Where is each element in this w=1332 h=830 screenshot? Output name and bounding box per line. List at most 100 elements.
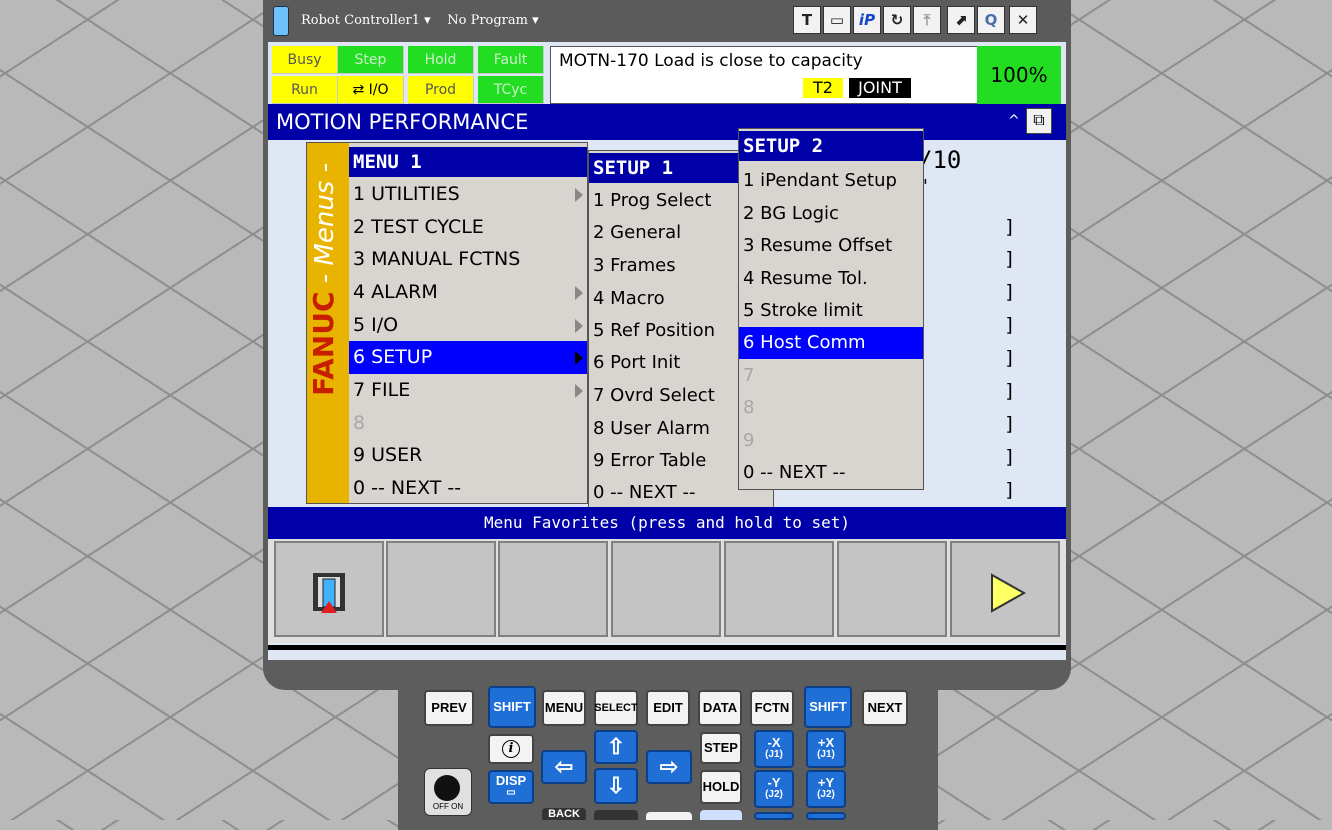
setup2-item-bg-logic[interactable]: 2 BG Logic bbox=[739, 198, 923, 230]
keypad-key-partial[interactable] bbox=[646, 812, 692, 820]
refresh-icon[interactable]: ↻ bbox=[883, 6, 911, 34]
menus-label: - Menus - bbox=[310, 163, 340, 284]
menu-item-alarm[interactable]: 4 ALARM bbox=[349, 276, 587, 309]
data-key[interactable]: DATA bbox=[698, 690, 742, 726]
menu-item-utilities[interactable]: 1 UTILITIES bbox=[349, 178, 587, 211]
minus-y-key[interactable]: -Y (J2) bbox=[754, 770, 794, 808]
menu-item-manual-fctns[interactable]: 3 MANUAL FCTNS bbox=[349, 243, 587, 276]
prev-key[interactable]: PREV bbox=[424, 690, 474, 726]
menu-item-file[interactable]: 7 FILE bbox=[349, 374, 587, 407]
ipendant-icon[interactable]: iP bbox=[853, 6, 881, 34]
edit-key[interactable]: EDIT bbox=[646, 690, 690, 726]
setup2-item-8: 8 bbox=[743, 397, 755, 418]
value-bracket: ] bbox=[1004, 248, 1016, 270]
status-step: Step bbox=[338, 46, 404, 74]
plus-y-key[interactable]: +Y (J2) bbox=[806, 770, 846, 808]
down-arrow-key[interactable]: ⇩ bbox=[594, 768, 638, 804]
collapse-icon[interactable]: ^ bbox=[1008, 113, 1020, 129]
next-page-key[interactable] bbox=[950, 541, 1060, 637]
plus-z-key[interactable] bbox=[806, 812, 846, 820]
alarm-message: MOTN-170 Load is close to capacity bbox=[559, 51, 863, 71]
pin-icon[interactable]: ⤒ bbox=[913, 6, 941, 34]
setup2-item-ipendant-setup[interactable]: 1 iPendant Setup bbox=[739, 165, 923, 197]
io-swap-icon: ⇄ bbox=[352, 81, 365, 98]
back-key[interactable]: BACK bbox=[542, 808, 586, 820]
setup2-item-resume-offset[interactable]: 3 Resume Offset bbox=[739, 230, 923, 262]
menu-item-next[interactable]: 0 -- NEXT -- bbox=[349, 472, 587, 505]
right-arrow-key[interactable]: ⇨ bbox=[646, 750, 692, 784]
favorite-key-2[interactable] bbox=[386, 541, 496, 637]
screen-divider bbox=[268, 645, 1066, 650]
arrow-left-icon: ⇦ bbox=[554, 754, 574, 779]
menu-item-8: 8 bbox=[353, 412, 366, 434]
status-prod: Prod bbox=[408, 76, 474, 104]
keypad-key-partial[interactable] bbox=[594, 810, 638, 820]
menu-item-user[interactable]: 9 USER bbox=[349, 439, 587, 472]
submenu-arrow-icon bbox=[575, 318, 583, 333]
submenu-arrow-icon bbox=[575, 187, 583, 202]
step-key[interactable]: STEP bbox=[700, 732, 742, 764]
program-selector[interactable]: No Program ▾ bbox=[447, 13, 538, 28]
setup2-item-resume-tol[interactable]: 4 Resume Tol. bbox=[739, 263, 923, 295]
setup2-item-next[interactable]: 0 -- NEXT -- bbox=[739, 457, 923, 489]
j2-label: (J2) bbox=[765, 789, 783, 800]
override-indicator[interactable]: 100% bbox=[977, 46, 1061, 104]
next-key[interactable]: NEXT bbox=[862, 690, 908, 726]
value-bracket: ] bbox=[1004, 347, 1016, 369]
controller-selector[interactable]: Robot Controller1 ▾ bbox=[301, 13, 431, 28]
plus-y-label: +Y bbox=[817, 775, 835, 790]
favorite-key-4[interactable] bbox=[611, 541, 721, 637]
menu-item-io[interactable]: 5 I/O bbox=[349, 309, 587, 342]
keyboard-icon[interactable]: ▭ bbox=[823, 6, 851, 34]
value-bracket: ] bbox=[1004, 216, 1016, 238]
menu-item-test-cycle[interactable]: 2 TEST CYCLE bbox=[349, 211, 587, 244]
titlebar-text: Robot Controller1 ▾ No Program ▾ bbox=[301, 13, 539, 28]
minus-x-key[interactable]: -X (J1) bbox=[754, 730, 794, 768]
favorites-bar: Menu Favorites (press and hold to set) bbox=[268, 507, 1066, 539]
hold-key[interactable]: HOLD bbox=[700, 770, 742, 804]
enable-switch[interactable]: OFF ON bbox=[424, 768, 472, 816]
maximize-icon[interactable]: ⧉ bbox=[1026, 108, 1052, 134]
status-tcyc: TCyc bbox=[478, 76, 544, 104]
enable-knob-icon bbox=[434, 775, 460, 801]
fctn-key[interactable]: FCTN bbox=[750, 690, 794, 726]
value-bracket: ] bbox=[1004, 446, 1016, 468]
status-icon[interactable]: T bbox=[793, 6, 821, 34]
coord-badge: JOINT bbox=[849, 78, 911, 98]
favorite-key-1[interactable] bbox=[274, 541, 384, 637]
status-io-label: I/O bbox=[368, 81, 389, 98]
play-arrow-icon bbox=[991, 573, 1027, 613]
minus-y-label: -Y bbox=[767, 775, 781, 790]
setup2-item-stroke-limit[interactable]: 5 Stroke limit bbox=[739, 295, 923, 327]
setup2-item-host-comm[interactable]: 6 Host Comm bbox=[739, 327, 923, 359]
submenu-arrow-icon bbox=[575, 350, 583, 365]
favorite-key-5[interactable] bbox=[724, 541, 834, 637]
page-header: MOTION PERFORMANCE ^ ⧉ bbox=[268, 104, 1066, 140]
close-icon[interactable]: ✕ bbox=[1009, 6, 1037, 34]
keypad-key-partial[interactable] bbox=[700, 810, 742, 820]
up-arrow-key[interactable]: ⇧ bbox=[594, 730, 638, 764]
window-icon: ▭ bbox=[506, 787, 516, 798]
help-icon[interactable]: Q bbox=[977, 6, 1005, 34]
shift-key-left[interactable]: SHIFT bbox=[488, 686, 536, 728]
plus-x-key[interactable]: +X (J1) bbox=[806, 730, 846, 768]
favorite-key-6[interactable] bbox=[837, 541, 947, 637]
status-fault: Fault bbox=[478, 46, 544, 74]
minus-x-label: -X bbox=[767, 735, 781, 750]
j1-label: (J1) bbox=[765, 749, 783, 760]
popout-icon[interactable]: ⬈ bbox=[947, 6, 975, 34]
info-key[interactable]: i bbox=[488, 734, 534, 764]
left-arrow-key[interactable]: ⇦ bbox=[541, 750, 587, 784]
minus-z-key[interactable] bbox=[754, 812, 794, 820]
shift-key-right[interactable]: SHIFT bbox=[804, 686, 852, 728]
menu-key[interactable]: MENU bbox=[542, 690, 586, 726]
select-key[interactable]: SELECT bbox=[594, 690, 638, 726]
arrow-down-icon: ⇩ bbox=[606, 773, 626, 798]
favorite-key-3[interactable] bbox=[498, 541, 608, 637]
value-bracket: ] bbox=[1004, 413, 1016, 435]
function-key-bar bbox=[268, 539, 1066, 643]
disp-key[interactable]: DISP ▭ bbox=[488, 770, 534, 804]
menu-item-setup[interactable]: 6 SETUP bbox=[349, 341, 587, 374]
setup2-title: SETUP 2 bbox=[739, 131, 923, 161]
mode-badge: T2 bbox=[803, 78, 843, 98]
